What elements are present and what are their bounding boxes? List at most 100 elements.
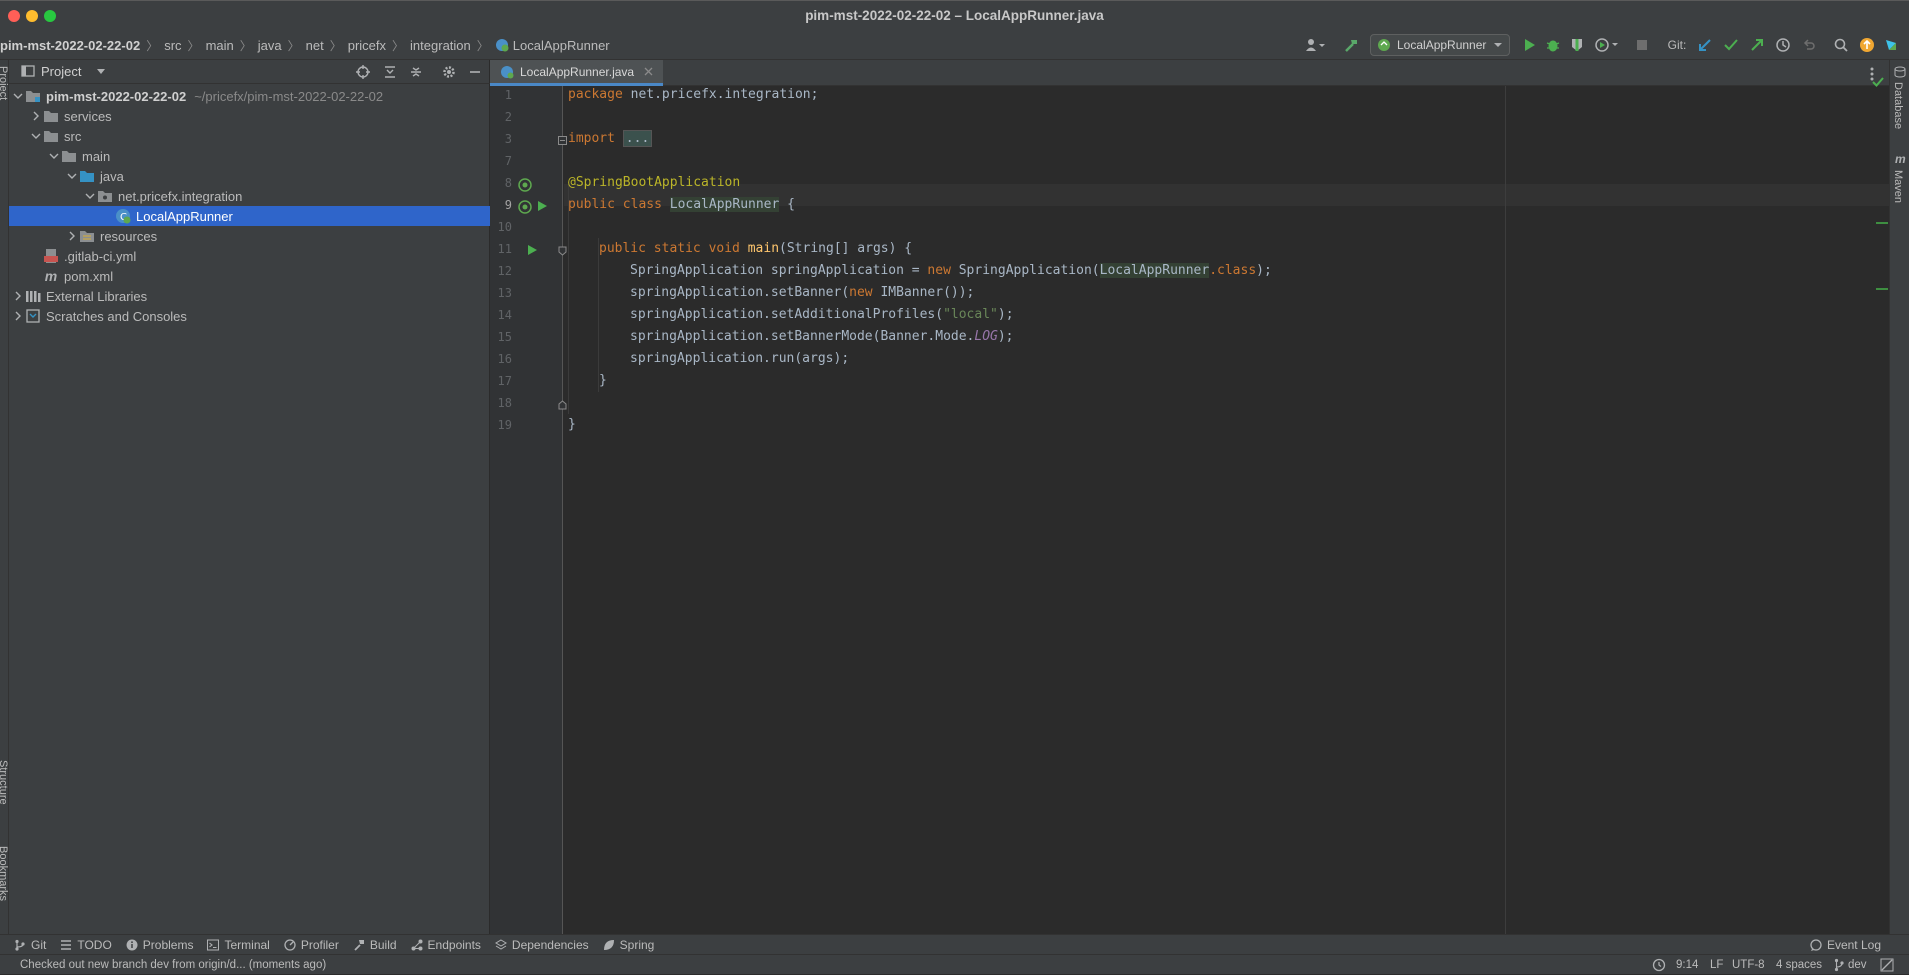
tree-item-scratches[interactable]: Scratches and Consoles (9, 306, 490, 326)
terminal-tool-button[interactable]: Terminal (207, 938, 270, 952)
tree-item-package[interactable]: net.pricefx.integration (9, 186, 490, 206)
fold-marker-icon[interactable] (558, 246, 568, 256)
list-icon (60, 939, 72, 951)
expand-all-icon[interactable] (383, 65, 397, 79)
profile-dropdown-icon[interactable] (1590, 30, 1624, 60)
tree-item-label: Scratches and Consoles (46, 308, 187, 324)
chevron-right-icon[interactable] (11, 286, 25, 306)
chevron-right-icon[interactable] (65, 226, 79, 246)
breadcrumb-project[interactable]: pim-mst-2022-02-22-02 (0, 38, 140, 53)
chevron-right-icon[interactable] (29, 106, 43, 126)
run-gutter-icon[interactable] (526, 244, 538, 256)
user-icon[interactable] (1300, 30, 1330, 60)
breadcrumb-class[interactable]: LocalAppRunner (513, 38, 610, 53)
tree-item-external-libraries[interactable]: External Libraries (9, 286, 490, 306)
maven-tool-tab[interactable]: Maven (1892, 170, 1904, 203)
coverage-icon[interactable] (1566, 30, 1588, 60)
dependencies-tool-button[interactable]: Dependencies (494, 938, 589, 952)
memory-indicator-icon[interactable] (1880, 958, 1894, 972)
breadcrumb-src[interactable]: src (164, 38, 181, 53)
spring-bean-gutter-icon[interactable] (518, 178, 532, 192)
close-tab-icon[interactable] (644, 67, 653, 76)
line-number: 11 (497, 242, 512, 256)
chevron-down-icon[interactable] (11, 86, 25, 106)
code-editor[interactable]: 1 2 3 7 8 9 10 11 12 13 14 15 16 17 18 1… (490, 77, 1889, 934)
breadcrumb-java[interactable]: java (258, 38, 282, 53)
tree-item-label: net.pricefx.integration (118, 188, 243, 204)
info-icon (126, 939, 138, 951)
tree-item-label: main (82, 148, 111, 164)
chevron-down-icon[interactable] (65, 166, 79, 186)
problems-tool-button[interactable]: Problems (126, 938, 193, 952)
tab-label: LocalAppRunner.java (520, 64, 635, 79)
hide-panel-icon[interactable] (468, 65, 482, 79)
git-update-icon[interactable] (1694, 30, 1716, 60)
database-tool-tab[interactable]: Database (1892, 82, 1904, 129)
tree-item-resources[interactable]: resources (9, 226, 490, 246)
run-configuration-select[interactable]: LocalAppRunner (1370, 34, 1510, 56)
locate-file-icon[interactable] (356, 65, 370, 79)
git-push-icon[interactable] (1746, 30, 1768, 60)
structure-tool-tab[interactable]: Structure (0, 760, 9, 820)
tree-item-gitlab-ci[interactable]: .gitlab-ci.yml (9, 246, 490, 266)
git-commit-check-icon[interactable] (1720, 30, 1742, 60)
profiler-tool-button[interactable]: Profiler (284, 938, 339, 952)
tree-item-java[interactable]: java (9, 166, 490, 186)
inspection-ok-check-icon[interactable] (1872, 76, 1884, 88)
caret-position[interactable]: 9:14 (1676, 955, 1698, 975)
todo-tool-button[interactable]: TODO (60, 938, 112, 952)
history-clock-icon[interactable] (1772, 30, 1794, 60)
project-panel-title[interactable]: Project (41, 60, 81, 84)
debug-bug-icon[interactable] (1542, 30, 1564, 60)
spring-tool-button[interactable]: Spring (603, 938, 654, 952)
file-encoding[interactable]: UTF-8 (1732, 955, 1765, 975)
chevron-down-icon[interactable] (47, 146, 61, 166)
bottom-tool-window-bar: Git TODO Problems Terminal Profiler Buil… (0, 934, 1909, 954)
project-tool-tab[interactable]: Project (0, 66, 9, 126)
gear-icon[interactable] (442, 65, 456, 79)
chevron-right-icon[interactable] (11, 306, 25, 326)
tree-item-services[interactable]: services (9, 106, 490, 126)
rollback-icon[interactable] (1798, 30, 1820, 60)
status-message[interactable]: Checked out new branch dev from origin/d… (20, 955, 326, 975)
code-line-8: @SpringBootApplication (568, 175, 741, 190)
fold-marker-icon[interactable] (558, 136, 568, 146)
line-separator[interactable]: LF (1710, 955, 1723, 975)
build-tool-button[interactable]: Build (353, 938, 397, 952)
endpoints-tool-button[interactable]: Endpoints (411, 938, 481, 952)
tree-item-localapprunner[interactable]: C LocalAppRunner (9, 206, 490, 226)
breadcrumb-integration[interactable]: integration (410, 38, 471, 53)
git-tool-button[interactable]: Git (14, 938, 46, 952)
stop-button[interactable] (1632, 30, 1652, 60)
git-branch-name[interactable]: dev (1848, 955, 1867, 975)
tree-item-pom[interactable]: m pom.xml (9, 266, 490, 286)
fold-marker-icon[interactable] (558, 400, 568, 410)
tab-localapprunner[interactable]: LocalAppRunner.java (490, 60, 664, 86)
bookmarks-tool-tab[interactable]: Bookmarks (0, 846, 9, 916)
indent-setting[interactable]: 4 spaces (1776, 955, 1822, 975)
code-line-15: springApplication.setBannerMode(Banner.M… (630, 329, 1014, 344)
tree-item-src[interactable]: src (9, 126, 490, 146)
background-tasks-icon[interactable] (1652, 958, 1666, 972)
run-gutter-icon[interactable] (536, 200, 548, 212)
breadcrumb-main[interactable]: main (206, 38, 234, 53)
chevron-down-icon[interactable] (96, 68, 106, 76)
updates-icon[interactable] (1856, 30, 1878, 60)
tool-label: Profiler (300, 937, 339, 952)
breadcrumb-pricefx[interactable]: pricefx (348, 38, 386, 53)
build-hammer-icon[interactable] (1340, 30, 1362, 60)
tree-item-project-root[interactable]: pim-mst-2022-02-22-02 ~/pricefx/pim-mst-… (9, 86, 490, 106)
breadcrumb-net[interactable]: net (306, 38, 324, 53)
chevron-down-icon[interactable] (29, 126, 43, 146)
project-view-icon (21, 64, 35, 78)
run-button[interactable] (1518, 30, 1540, 60)
spring-bean-gutter-icon[interactable] (518, 200, 532, 214)
folded-imports[interactable]: ... (622, 130, 653, 147)
event-log-button[interactable]: Event Log (1810, 938, 1881, 952)
tree-item-main[interactable]: main (9, 146, 490, 166)
chevron-down-icon[interactable] (83, 186, 97, 206)
collapse-all-icon[interactable] (409, 65, 423, 79)
left-tool-strip: Project Structure Bookmarks (0, 60, 9, 934)
search-icon[interactable] (1830, 30, 1852, 60)
code-with-me-icon[interactable] (1880, 30, 1902, 60)
